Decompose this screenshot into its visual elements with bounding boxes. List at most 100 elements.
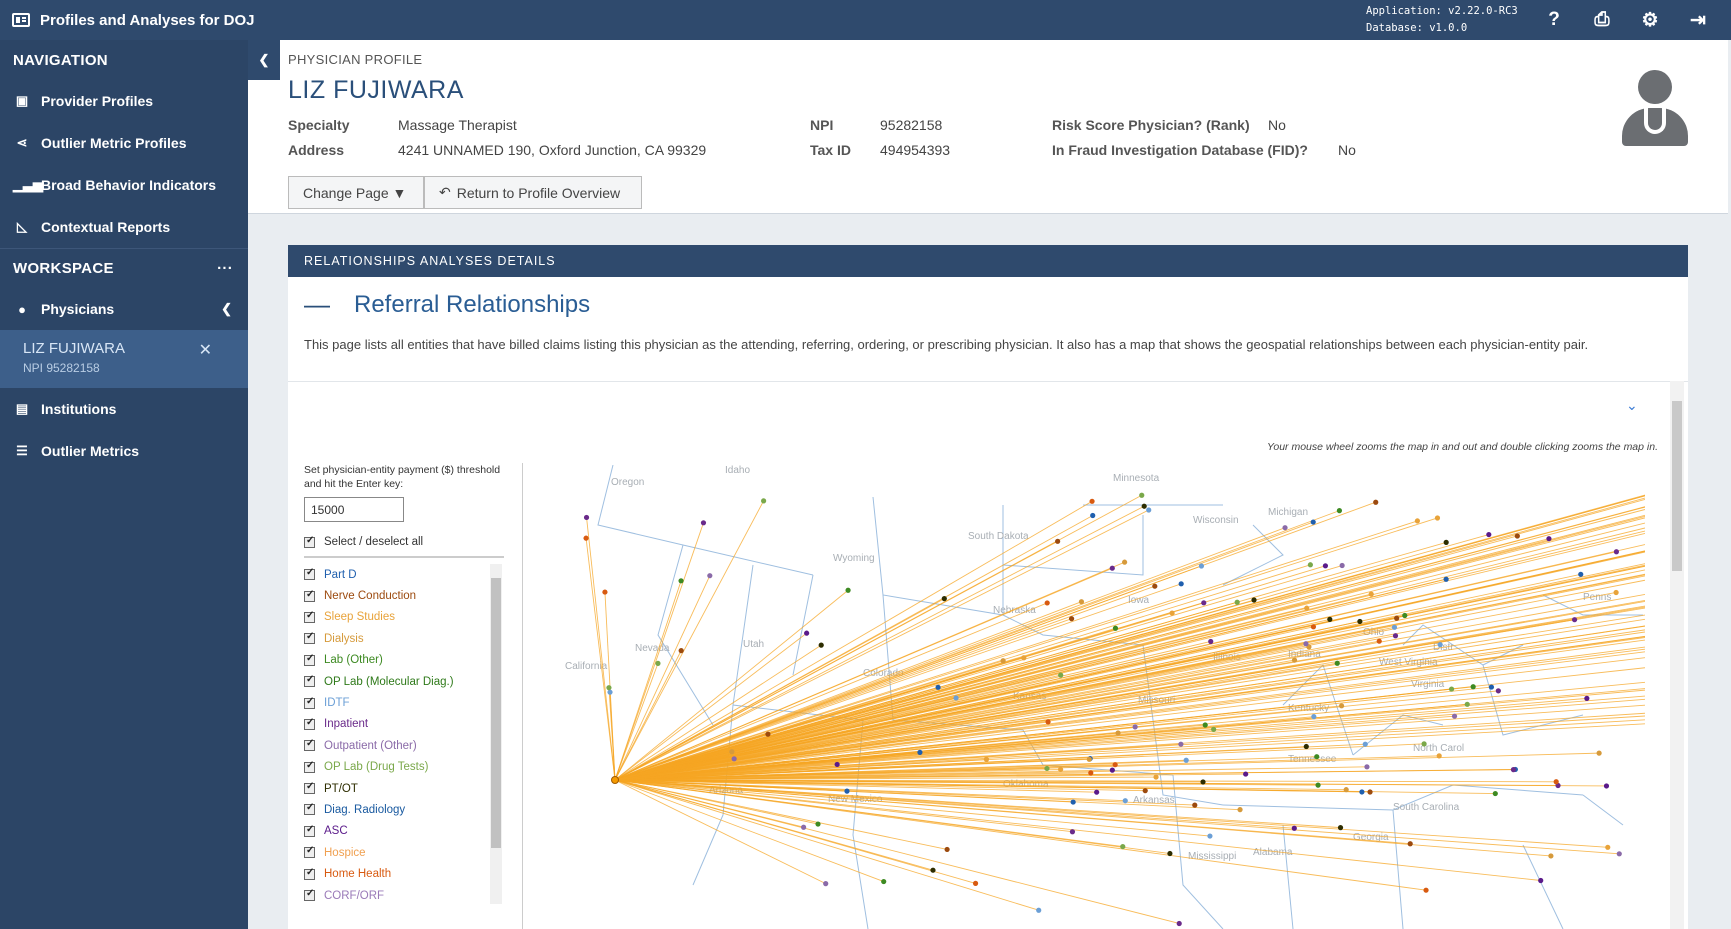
active-physician-item[interactable]: LIZ FUJIWARA NPI 95282158 ✕ xyxy=(0,330,248,388)
filter-label: OP Lab (Molecular Diag.) xyxy=(324,675,454,688)
workspace-header: WORKSPACE ··· xyxy=(0,248,248,288)
user-md-icon: ● xyxy=(18,301,26,317)
active-physician-name: LIZ FUJIWARA xyxy=(23,340,125,357)
id-card-icon xyxy=(12,13,30,27)
filter-item[interactable]: ASC xyxy=(304,821,504,842)
checkbox[interactable] xyxy=(304,802,315,816)
user-settings-icon[interactable]: ⚙ xyxy=(1639,9,1661,32)
address-label: Address xyxy=(288,142,345,158)
collapse-sidebar-button[interactable]: ❮ xyxy=(248,40,280,80)
checkbox[interactable] xyxy=(304,760,315,773)
filter-label: IDTF xyxy=(324,697,350,710)
checkbox[interactable] xyxy=(304,610,315,623)
checkbox[interactable] xyxy=(304,696,315,709)
checkbox[interactable] xyxy=(304,589,315,602)
version-info: Application: v2.22.0-RC3 Database: v1.0.… xyxy=(1366,3,1518,37)
map-state-label: Wisconsin xyxy=(1193,515,1239,526)
checkbox[interactable] xyxy=(304,824,315,837)
close-icon[interactable]: ✕ xyxy=(199,340,212,360)
specialty-label: Specialty xyxy=(288,117,350,133)
filter-item[interactable]: OP Lab (Molecular Diag.) xyxy=(304,671,504,692)
filter-item[interactable]: OP Lab (Drug Tests) xyxy=(304,757,504,778)
filter-item[interactable]: Outpatient (Other) xyxy=(304,735,504,756)
address-value: 4241 UNNAMED 190, Oxford Junction, CA 99… xyxy=(398,142,707,158)
sidebar-item-label: Outlier Metrics xyxy=(41,443,140,459)
filter-label: CORF/ORF xyxy=(324,889,385,902)
physician-avatar-icon xyxy=(1622,70,1688,146)
filter-label: Sleep Studies xyxy=(324,611,395,624)
filter-label: Hospice xyxy=(324,846,366,859)
active-physician-npi: NPI 95282158 xyxy=(23,361,100,375)
filter-item[interactable]: Lab (Other) xyxy=(304,650,504,671)
map-scrollbar[interactable] xyxy=(1670,381,1684,929)
checkbox[interactable] xyxy=(304,631,315,645)
workspace-more-button[interactable]: ··· xyxy=(217,260,233,277)
filter-item[interactable]: CORF/ORF xyxy=(304,885,504,904)
filter-label: Outpatient (Other) xyxy=(324,739,417,752)
top-bar: Profiles and Analyses for DOJ Applicatio… xyxy=(0,0,1731,40)
sidebar-item-physicians[interactable]: ● Physicians ❮ xyxy=(0,288,248,330)
sidebar-item-contextual-reports[interactable]: ◺ Contextual Reports xyxy=(0,206,248,248)
sidebar-item-outlier-metric-profiles[interactable]: ⋖ Outlier Metric Profiles xyxy=(0,122,248,164)
filter-item[interactable]: Nerve Conduction xyxy=(304,585,504,606)
checkbox[interactable] xyxy=(304,674,315,688)
filter-scrollbar[interactable] xyxy=(490,564,502,904)
filter-item[interactable]: PT/OT xyxy=(304,778,504,799)
filter-label: Nerve Conduction xyxy=(324,590,417,603)
change-page-button[interactable]: Change Page ▼ xyxy=(288,176,424,209)
sidebar-item-label: Contextual Reports xyxy=(41,219,171,235)
chevron-left-icon: ❮ xyxy=(258,52,270,67)
taxid-value: 494954393 xyxy=(880,142,951,158)
risk-label: Risk Score Physician? (Rank) xyxy=(1052,117,1250,133)
relationships-card: RELATIONSHIPS ANALYSES DETAILS — Referra… xyxy=(288,245,1688,929)
sidebar-item-label: Physicians xyxy=(41,301,115,317)
checkbox[interactable] xyxy=(304,535,315,548)
map-state-label: Nevada xyxy=(635,643,670,654)
sidebar-item-broad-behavior-indicators[interactable]: ▁▃▅ Broad Behavior Indicators xyxy=(0,164,248,206)
filter-item[interactable]: Part D xyxy=(304,564,504,585)
filter-item[interactable]: Inpatient xyxy=(304,714,504,735)
profile-header: PHYSICIAN PROFILE LIZ FUJIWARA Specialty… xyxy=(248,40,1728,214)
section-title-text: Referral Relationships xyxy=(354,290,591,318)
checkbox[interactable] xyxy=(304,781,315,795)
checkbox[interactable] xyxy=(304,567,315,581)
filter-item[interactable]: Sleep Studies xyxy=(304,607,504,628)
collapse-section-button[interactable]: — xyxy=(304,289,354,320)
return-to-overview-button[interactable]: ↶ Return to Profile Overview xyxy=(424,176,642,209)
checkbox[interactable] xyxy=(304,717,315,730)
checkbox[interactable] xyxy=(304,888,315,902)
filter-item[interactable]: Dialysis xyxy=(304,628,504,649)
logout-icon[interactable]: ⇥ xyxy=(1687,9,1709,32)
referral-map[interactable]: Oregon Idaho Minnesota Wisconsin Michigan Sou… xyxy=(523,465,1645,929)
help-icon[interactable]: ? xyxy=(1543,9,1565,31)
filter-label: PT/OT xyxy=(324,782,358,795)
filter-item[interactable]: Diag. Radiology xyxy=(304,799,504,820)
app-title[interactable]: Profiles and Analyses for DOJ xyxy=(0,12,255,29)
checkbox[interactable] xyxy=(304,738,315,752)
sidebar-item-outlier-metrics[interactable]: ☰ Outlier Metrics xyxy=(0,430,248,472)
select-all-checkbox[interactable]: Select / deselect all xyxy=(304,535,504,558)
navigation-title: NAVIGATION xyxy=(13,51,108,69)
page-title: LIZ FUJIWARA xyxy=(288,76,464,104)
specialty-value: Massage Therapist xyxy=(398,117,517,133)
chevron-down-icon[interactable]: ⌄ xyxy=(1626,397,1638,414)
sidebar-item-provider-profiles[interactable]: ▣ Provider Profiles xyxy=(0,80,248,122)
filter-item[interactable]: IDTF xyxy=(304,692,504,713)
filter-item[interactable]: Hospice xyxy=(304,842,504,863)
threshold-input[interactable]: 15000 xyxy=(304,497,404,522)
filter-item[interactable]: Home Health xyxy=(304,863,504,884)
filter-label: Lab (Other) xyxy=(324,654,383,667)
map-state-label: Michigan xyxy=(1268,507,1308,518)
checkbox[interactable] xyxy=(304,867,315,880)
share-icon: ⋖ xyxy=(16,135,28,150)
npi-label: NPI xyxy=(810,117,834,133)
print-icon[interactable]: ⎙ xyxy=(1591,9,1613,31)
db-version: Database: v1.0.0 xyxy=(1366,22,1468,34)
checkbox[interactable] xyxy=(304,653,315,666)
filter-label: Home Health xyxy=(324,868,392,881)
checkbox[interactable] xyxy=(304,845,315,859)
sidebar-item-institutions[interactable]: ▤ Institutions xyxy=(0,388,248,430)
fid-label: In Fraud Investigation Database (FID)? xyxy=(1052,142,1308,158)
undo-icon: ↶ xyxy=(439,184,451,200)
building-icon: ▤ xyxy=(15,401,29,416)
